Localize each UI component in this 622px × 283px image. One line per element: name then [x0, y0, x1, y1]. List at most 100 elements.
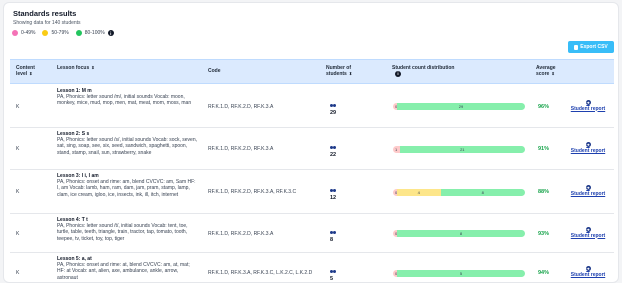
lesson-focus: Lesson 1: M m PA, Phonics: letter sound /…	[57, 88, 197, 107]
column-header-content-level[interactable]: Content level ⬍	[16, 65, 44, 77]
lesson-description: PA, Phonics: onset and rime: at, blend C…	[57, 262, 190, 281]
people-icon	[330, 103, 337, 109]
standard-codes: RF.K.1.D, RF.K.3.A, RF.K.3.C, L.K.2.C, L…	[208, 270, 313, 276]
table-row: K Lesson 1: M m PA, Phonics: letter sound …	[10, 85, 614, 128]
column-header-lesson-focus[interactable]: Lesson focus ⬍	[57, 65, 97, 71]
distribution-bar: 029	[393, 103, 525, 110]
table-row: K Lesson 4: T t PA, Phonics: letter sound …	[10, 214, 614, 253]
distribution-bar: 08	[393, 230, 525, 237]
legend-dot-low	[12, 30, 18, 36]
column-header-distribution: Student count distributioni	[392, 65, 462, 77]
arrow-right-icon: ➜	[585, 226, 591, 232]
student-count: 29	[330, 103, 339, 116]
column-header-code: Code	[208, 68, 221, 74]
info-icon[interactable]: i	[395, 71, 401, 77]
content-level: K	[16, 146, 20, 152]
sort-icon[interactable]: ⬍	[349, 71, 352, 76]
standards-results-card: Standards results Showing data for 140 s…	[3, 2, 619, 283]
student-count-value: 12	[330, 195, 337, 201]
info-icon[interactable]: i	[107, 30, 114, 36]
sort-icon[interactable]: ⬍	[29, 71, 32, 76]
student-report-label: Student report	[570, 105, 606, 112]
student-count: 12	[330, 189, 339, 201]
distribution-bar: 1 21	[393, 145, 525, 153]
student-report-link[interactable]: ➜ Student report	[568, 226, 608, 239]
lesson-description: PA, Phonics: letter sound /t/, initial s…	[57, 223, 188, 242]
student-report-link[interactable]: ➜ Student report	[568, 185, 608, 197]
arrow-right-icon: ➜	[585, 99, 591, 105]
average-score: 91%	[538, 146, 550, 152]
lesson-focus: Lesson 3: I i, I am PA, Phonics: onset an…	[57, 173, 197, 198]
distribution-segment-green: 8	[396, 230, 525, 237]
column-header-students[interactable]: Number of students ⬍	[326, 65, 366, 77]
lesson-description: PA, Phonics: letter sound /m/, initial s…	[57, 94, 192, 107]
table-row: K Lesson 5: a, at PA, Phonics: onset and r…	[10, 253, 614, 282]
column-label-distribution: Student count distribution	[392, 65, 455, 71]
arrow-right-icon: ➜	[585, 142, 591, 147]
student-count-value: 29	[330, 109, 337, 116]
average-score: 93%	[538, 230, 550, 237]
people-icon	[330, 230, 337, 236]
student-count: 22	[330, 146, 339, 158]
column-label-students: Number of students	[326, 65, 351, 77]
distribution-segment-green: 29	[396, 103, 525, 110]
student-report-link[interactable]: ➜ Student report	[568, 99, 608, 112]
legend-item-low: 0-49%	[12, 30, 35, 36]
standard-codes: RF.K.1.D, RF.K.2.D, RF.K.3.A, RF.K.3.C	[208, 189, 297, 195]
arrow-right-icon: ➜	[585, 266, 591, 271]
content-level: K	[16, 230, 20, 237]
student-report-link[interactable]: ➜ Student report	[568, 266, 608, 278]
distribution-segment-green: 5	[396, 269, 525, 277]
lesson-description: PA, Phonics: letter sound /s/, initial s…	[57, 137, 197, 156]
legend-label-low: 0-49%	[21, 30, 36, 36]
file-icon	[574, 44, 579, 50]
arrow-right-icon: ➜	[585, 185, 591, 190]
standard-codes: RF.K.1.D, RF.K.2.D, RF.K.3.A	[208, 230, 274, 237]
table-row: K Lesson 3: I i, I am PA, Phonics: onset a…	[10, 170, 614, 214]
lesson-focus: Lesson 5: a, at PA, Phonics: onset and ri…	[57, 256, 197, 281]
student-count-value: 22	[330, 152, 337, 158]
score-legend: 0-49% 50-79% 80-100% i	[12, 30, 121, 36]
student-count-value: 8	[330, 236, 334, 243]
student-count: 5	[330, 270, 339, 282]
student-report-label: Student report	[570, 232, 606, 239]
people-icon	[330, 270, 337, 275]
legend-item-high: 80-100% i	[75, 30, 114, 36]
lesson-focus: Lesson 4: T t PA, Phonics: letter sound /…	[57, 217, 197, 242]
sort-icon[interactable]: ⬍	[551, 71, 554, 76]
column-header-average[interactable]: Average score ⬍	[536, 65, 566, 77]
distribution-segment-red: 1	[393, 145, 400, 153]
distribution-bar: 048	[393, 188, 525, 196]
legend-label-mid: 50-79%	[51, 30, 69, 36]
lesson-focus: Lesson 2: S s PA, Phonics: letter sound /…	[57, 131, 197, 156]
student-report-label: Student report	[570, 272, 606, 278]
export-csv-label: Export CSV	[580, 44, 608, 50]
student-count: 8	[330, 230, 339, 243]
distribution-segment-green: 8	[440, 188, 525, 196]
table-header: Content level ⬍ Lesson focus ⬍ Code Number…	[10, 59, 614, 84]
lesson-description: PA, Phonics: onset and rime: am, blend C…	[57, 179, 196, 198]
sort-icon[interactable]: ⬍	[91, 65, 94, 70]
export-csv-button[interactable]: Export CSV	[568, 41, 614, 53]
column-label-lesson-focus: Lesson focus	[57, 65, 90, 71]
page-subtitle: Showing data for 140 students	[13, 20, 81, 26]
page-title: Standards results	[13, 9, 77, 18]
student-report-label: Student report	[570, 148, 606, 154]
average-score: 94%	[538, 270, 550, 276]
student-report-link[interactable]: ➜ Student report	[568, 142, 608, 154]
legend-dot-mid	[42, 30, 49, 36]
people-icon	[330, 189, 337, 194]
average-score: 96%	[538, 103, 550, 110]
standard-codes: RF.K.1.D, RF.K.2.D, RF.K.3.A	[208, 146, 274, 152]
people-icon	[330, 146, 337, 151]
legend-item-mid: 50-79%	[42, 30, 69, 36]
content-level: K	[16, 103, 20, 110]
legend-dot-high	[75, 30, 82, 36]
content-level: K	[16, 189, 20, 195]
distribution-segment-green: 21	[399, 145, 525, 153]
standard-codes: RF.K.1.D, RF.K.2.D, RF.K.3.A	[208, 103, 274, 110]
column-label-content-level: Content level	[16, 65, 35, 77]
table-row: K Lesson 2: S s PA, Phonics: letter sound …	[10, 128, 614, 170]
distribution-bar: 05	[393, 269, 525, 277]
average-score: 88%	[538, 189, 550, 195]
